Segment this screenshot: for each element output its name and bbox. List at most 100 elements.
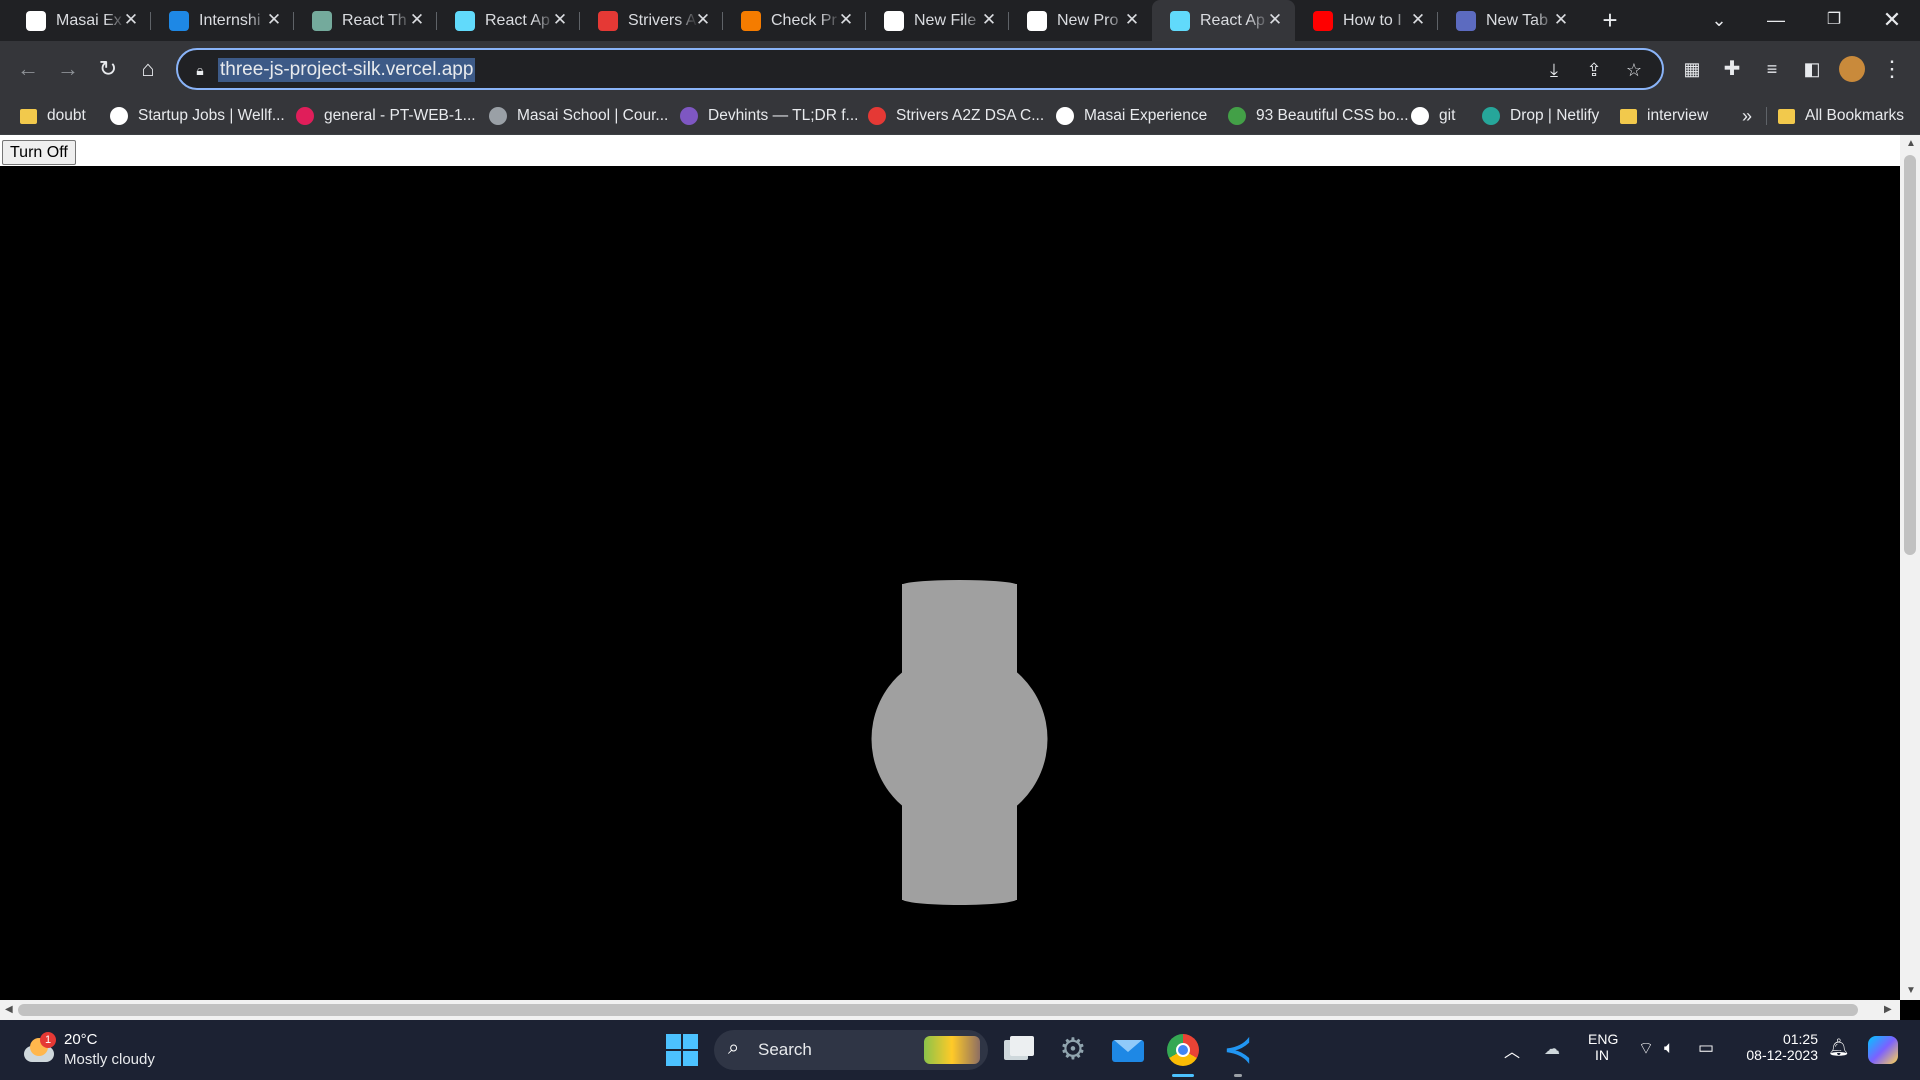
vscode-icon[interactable]: ≺ — [1222, 1033, 1254, 1067]
vertical-scroll-thumb[interactable] — [1904, 155, 1916, 555]
wifi-icon[interactable]: ⌔ — [1638, 1038, 1654, 1059]
notification-bell-icon[interactable]: 🔔︎ — [1828, 1038, 1850, 1058]
close-tab-icon[interactable]: ✕ — [836, 10, 856, 30]
bookmark-7[interactable]: 93 Beautiful CSS bo... — [1228, 97, 1409, 135]
horizontal-scroll-thumb[interactable] — [18, 1004, 1858, 1016]
clock[interactable]: 01:25 08-12-2023 — [1738, 1031, 1818, 1063]
tab-10[interactable]: New Tab ✕ — [1438, 0, 1581, 41]
new-tab-plus-icon[interactable]: + — [1584, 0, 1636, 41]
tab-5[interactable]: Check Pr ✕ — [723, 0, 866, 41]
bookmark-5[interactable]: Strivers A2Z DSA C... — [868, 97, 1044, 135]
bookmarks-divider — [1766, 107, 1767, 125]
minimize-button[interactable]: — — [1748, 0, 1804, 41]
close-tab-icon[interactable]: ✕ — [550, 10, 570, 30]
weather-temperature[interactable]: 20°C — [64, 1031, 98, 1048]
bookmark-8[interactable]: git — [1411, 97, 1455, 135]
bookmark-3[interactable]: Masai School | Cour... — [489, 97, 668, 135]
scroll-down-arrow-icon[interactable]: ▼ — [1906, 985, 1916, 996]
task-view-icon[interactable] — [1002, 1034, 1034, 1066]
masai-icon — [26, 10, 46, 31]
close-tab-icon[interactable]: ✕ — [1408, 10, 1428, 30]
tab-2[interactable]: React Th ✕ — [294, 0, 437, 41]
close-tab-icon[interactable]: ✕ — [979, 10, 999, 30]
tab-4[interactable]: Strivers A ✕ — [580, 0, 723, 41]
search-label: Search — [758, 1040, 812, 1059]
scroll-up-arrow-icon[interactable]: ▲ — [1906, 138, 1916, 149]
settings-gear-icon[interactable]: ⚙ — [1057, 1034, 1089, 1066]
bookmark-label: interview — [1647, 107, 1709, 124]
side-panel-icon[interactable]: ◧ — [1796, 53, 1828, 85]
tab-8[interactable]: React Ap ✕ — [1152, 0, 1295, 41]
tab-9[interactable]: How to I ✕ — [1295, 0, 1438, 41]
close-tab-icon[interactable]: ✕ — [693, 10, 713, 30]
back-arrow-icon[interactable]: ← — [12, 53, 44, 85]
tab-search-chevron-icon[interactable]: ⌄ — [1691, 0, 1747, 41]
weather-condition[interactable]: Mostly cloudy — [64, 1051, 155, 1068]
language-indicator[interactable]: ENG IN — [1588, 1031, 1618, 1063]
copilot-icon[interactable] — [1868, 1036, 1898, 1064]
globe-icon — [489, 107, 507, 125]
language-secondary: IN — [1595, 1047, 1609, 1063]
tab-7[interactable]: New Pro ✕ — [1009, 0, 1152, 41]
tab-title: Masai Ex — [56, 11, 122, 29]
close-tab-icon[interactable]: ✕ — [1122, 10, 1142, 30]
all-bookmarks-button[interactable]: All Bookmarks — [1778, 97, 1904, 135]
github-icon — [1411, 107, 1429, 125]
extension-calc-icon[interactable]: ▦ — [1676, 53, 1708, 85]
scroll-left-arrow-icon[interactable]: ◀ — [5, 1004, 13, 1015]
close-window-button[interactable]: ✕ — [1864, 0, 1920, 41]
home-icon[interactable]: ⌂ — [132, 53, 164, 85]
bookmark-9[interactable]: Drop | Netlify — [1482, 97, 1599, 135]
bookmark-star-icon[interactable]: ☆ — [1622, 58, 1646, 82]
address-bar[interactable]: 🔒︎ three-js-project-silk.vercel.app ⤓ ⇪ … — [176, 48, 1664, 90]
close-tab-icon[interactable]: ✕ — [1265, 10, 1285, 30]
reload-icon[interactable]: ↻ — [92, 53, 124, 85]
menu-kebab-icon[interactable]: ⋮ — [1876, 53, 1908, 85]
lock-icon[interactable]: 🔒︎ — [188, 58, 212, 82]
bookmark-1[interactable]: Startup Jobs | Wellf... — [110, 97, 285, 135]
show-hidden-icons-chevron-icon[interactable]: ︿ — [1504, 1038, 1520, 1062]
scroll-right-arrow-icon[interactable]: ▶ — [1884, 1004, 1892, 1015]
bookmark-label: general - PT-WEB-1... — [324, 107, 476, 124]
vertical-scrollbar[interactable]: ▲ ▼ — [1900, 135, 1920, 1000]
bookmark-4[interactable]: Devhints — TL;DR f... — [680, 97, 858, 135]
forward-arrow-icon[interactable]: → — [52, 53, 84, 85]
bookmark-2[interactable]: general - PT-WEB-1... — [296, 97, 476, 135]
close-tab-icon[interactable]: ✕ — [407, 10, 427, 30]
taskbar-search-box[interactable]: ⌕ Search — [714, 1030, 988, 1070]
tab-title: New Tab — [1486, 11, 1548, 29]
wellfound-icon — [110, 107, 128, 125]
weather-cloud-icon[interactable]: 1 — [20, 1032, 58, 1068]
bookmark-6[interactable]: Masai Experience — [1056, 97, 1207, 135]
bookmarks-overflow-icon[interactable]: » — [1742, 97, 1752, 135]
volume-icon[interactable]: 🔈︎ — [1664, 1038, 1674, 1058]
url-text[interactable]: three-js-project-silk.vercel.app — [218, 58, 476, 82]
windows-start-icon[interactable] — [666, 1034, 698, 1066]
close-tab-icon[interactable]: ✕ — [264, 10, 284, 30]
media-queue-icon[interactable]: ≡ — [1756, 53, 1788, 85]
tab-3[interactable]: React Ap ✕ — [437, 0, 580, 41]
horizontal-scrollbar[interactable]: ◀ ▶ — [0, 1000, 1900, 1020]
chrome-icon[interactable] — [1167, 1034, 1199, 1066]
onedrive-cloud-icon[interactable]: ☁ — [1544, 1039, 1560, 1059]
tab-6[interactable]: New File ✕ — [866, 0, 1009, 41]
turn-off-button[interactable]: Turn Off — [2, 140, 76, 165]
threejs-canvas[interactable] — [0, 166, 1900, 1000]
bookmark-label: Devhints — TL;DR f... — [708, 107, 859, 124]
share-icon[interactable]: ⇪ — [1582, 58, 1606, 82]
close-tab-icon[interactable]: ✕ — [121, 10, 141, 30]
install-app-icon[interactable]: ⤓ — [1542, 58, 1566, 82]
restore-button[interactable]: ❐ — [1806, 0, 1862, 41]
tab-1[interactable]: Internshi ✕ — [151, 0, 294, 41]
chatgpt-icon — [312, 10, 332, 31]
windows-taskbar: 1 20°C Mostly cloudy ⌕ Search ⚙ ≺ ︿ ☁ EN… — [0, 1020, 1920, 1080]
tab-0[interactable]: Masai Ex ✕ — [8, 0, 151, 41]
bookmark-0[interactable]: doubt — [20, 97, 86, 135]
battery-icon[interactable]: ▭ — [1698, 1038, 1714, 1058]
extensions-puzzle-icon[interactable]: ✚ — [1716, 53, 1748, 85]
close-tab-icon[interactable]: ✕ — [1551, 10, 1571, 30]
internshala-icon — [169, 10, 189, 31]
mail-icon[interactable] — [1112, 1034, 1144, 1066]
profile-avatar[interactable] — [1836, 53, 1868, 85]
bookmark-10[interactable]: interview — [1620, 97, 1708, 135]
